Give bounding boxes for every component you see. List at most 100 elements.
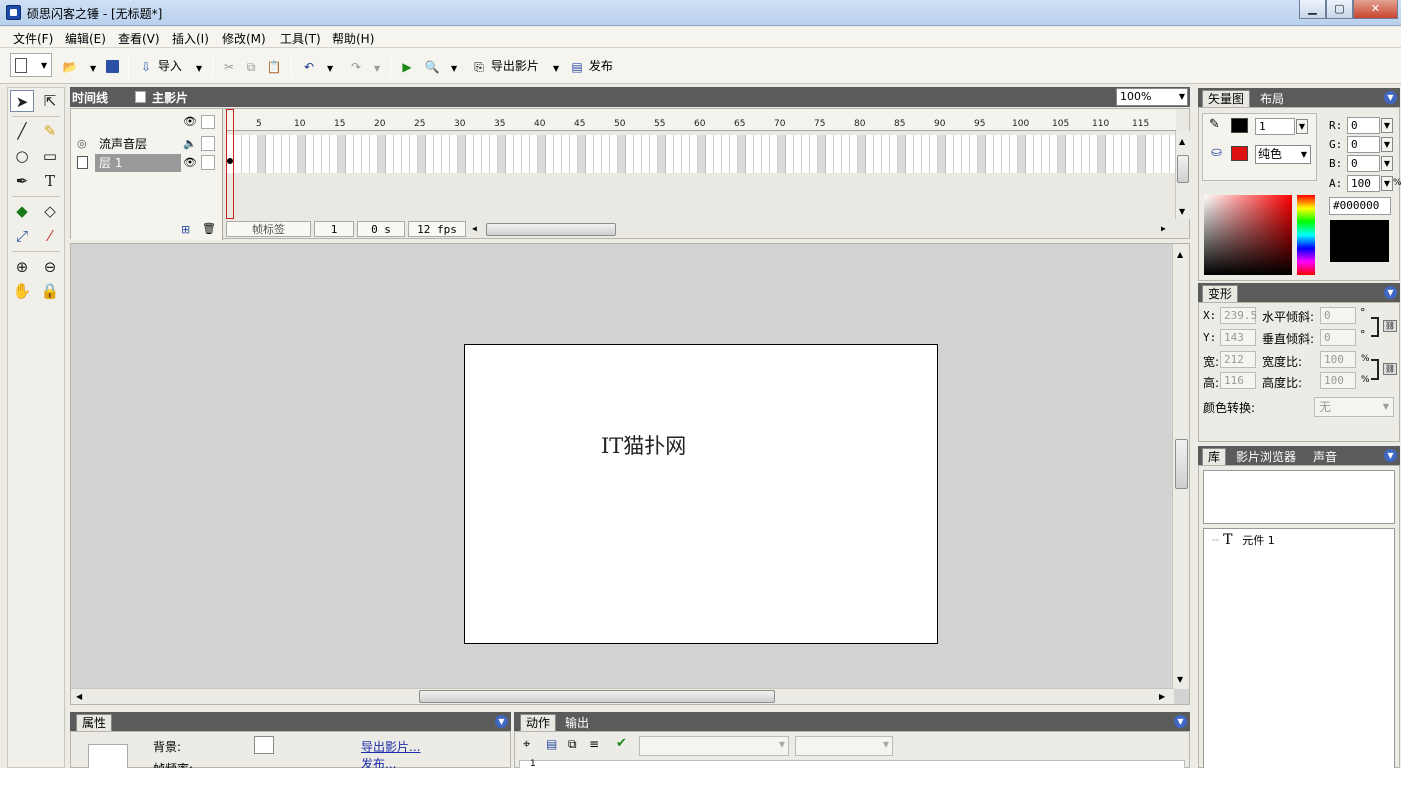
script-editor[interactable]: 1	[519, 759, 1185, 768]
alpha-dropdown[interactable]: ▼	[1381, 176, 1393, 191]
stage-hscroll[interactable]: ◀ ▶	[71, 688, 1174, 704]
line-tool[interactable]: ╱	[10, 120, 34, 142]
stage-vscroll[interactable]: ▲ ▼	[1172, 244, 1189, 689]
scroll-right-icon[interactable]: ▶	[1161, 224, 1166, 233]
collapse-icon[interactable]: ▼	[1384, 449, 1397, 462]
lock-scale-icon[interactable]: ⛓	[1383, 363, 1397, 375]
hue-slider[interactable]	[1297, 195, 1315, 275]
frames-area[interactable]: 5 10 15 20 25 30 35 40 45 50 55 60 65 70…	[226, 109, 1176, 219]
scroll-thumb[interactable]	[1177, 155, 1189, 183]
timeline-hscroll-thumb[interactable]	[486, 223, 616, 236]
paste-button[interactable]: 📋	[266, 57, 282, 75]
pencil-tool[interactable]: ✎	[38, 120, 62, 142]
menu-help[interactable]: 帮助(H)	[332, 30, 374, 47]
preview-dropdown[interactable]: ▼	[451, 60, 457, 78]
export-dropdown[interactable]: ▼	[553, 60, 559, 78]
selection-tool[interactable]: ➤	[10, 90, 34, 112]
g-dropdown[interactable]: ▼	[1381, 137, 1393, 152]
add-layer-icon[interactable]: ⊞	[181, 223, 190, 236]
check-syntax-icon[interactable]: ✔	[616, 736, 627, 751]
hand-tool[interactable]: ✋	[10, 280, 34, 302]
lock-tool[interactable]: 🔒	[38, 280, 62, 302]
add-statement-icon[interactable]: ⌖	[523, 737, 530, 752]
skew-h-input[interactable]: 0	[1320, 307, 1356, 324]
scroll-down-icon[interactable]: ▼	[1177, 675, 1183, 684]
b-dropdown[interactable]: ▼	[1381, 156, 1393, 171]
lock-toggle[interactable]	[201, 136, 215, 151]
menu-modify[interactable]: 修改(M)	[222, 30, 266, 47]
collapse-icon[interactable]: ▼	[1384, 286, 1397, 299]
publish-button[interactable]: ▤ 发布	[569, 57, 613, 75]
zoom-select[interactable]: 100% ▼	[1116, 88, 1188, 106]
minimize-button[interactable]: ▁	[1299, 0, 1326, 19]
collapse-icon[interactable]: ▼	[495, 715, 508, 728]
stroke-width-input[interactable]: 1	[1255, 118, 1295, 135]
scroll-thumb[interactable]	[419, 690, 775, 703]
color-transform-select[interactable]: 无 ▼	[1314, 397, 1394, 417]
stroke-width-dropdown[interactable]: ▼	[1296, 119, 1308, 134]
publish-link[interactable]: 发布...	[361, 755, 396, 768]
paint-bucket-tool[interactable]: ◆	[10, 200, 34, 222]
menu-edit[interactable]: 编辑(E)	[65, 30, 106, 47]
eye-icon[interactable]: 👁	[183, 115, 197, 128]
transform-tool[interactable]: ⤢	[10, 225, 34, 247]
fill-color-swatch[interactable]	[1231, 146, 1248, 161]
open-button[interactable]: 📂	[62, 57, 78, 75]
save-button[interactable]	[106, 57, 119, 75]
cut-button[interactable]: ✂	[221, 57, 237, 75]
eyedropper-tool[interactable]: ⁄	[38, 225, 62, 247]
play-button[interactable]: ▶	[399, 57, 415, 75]
action-option-select[interactable]: ▼	[795, 736, 893, 756]
scroll-left-icon[interactable]: ◀	[76, 692, 82, 701]
maximize-button[interactable]: ▢	[1326, 0, 1353, 19]
layer-row-sound[interactable]: ◎ 流声音层 🔈	[71, 135, 223, 153]
height-input[interactable]: 116	[1220, 372, 1256, 389]
scale-h-input[interactable]: 100	[1320, 372, 1356, 389]
r-dropdown[interactable]: ▼	[1381, 118, 1393, 133]
undo-dropdown[interactable]: ▼	[327, 60, 333, 78]
ellipse-tool[interactable]: ○	[10, 145, 34, 167]
copy-button[interactable]: ⧉	[243, 57, 259, 75]
frame-label-field[interactable]: 帧标签	[226, 221, 311, 237]
r-input[interactable]: 0	[1347, 117, 1380, 134]
b-input[interactable]: 0	[1347, 155, 1380, 172]
menu-view[interactable]: 查看(V)	[118, 30, 160, 47]
lock-toggle[interactable]	[201, 155, 215, 170]
script-icon[interactable]: ▤	[546, 737, 557, 751]
tab-vector[interactable]: 矢量图	[1202, 90, 1251, 107]
hex-input[interactable]: #000000	[1329, 197, 1391, 215]
text-tool[interactable]: T	[38, 170, 62, 192]
import-dropdown[interactable]: ▼	[196, 60, 202, 78]
scroll-left-icon[interactable]: ◀	[472, 224, 477, 233]
scale-w-input[interactable]: 100	[1320, 351, 1356, 368]
timeline-vscroll[interactable]: ▲ ▼	[1175, 131, 1190, 219]
stage-canvas[interactable]: IT猫扑网	[464, 344, 938, 644]
tab-transform[interactable]: 变形	[1202, 285, 1239, 302]
layer-row-1[interactable]: 层 1 👁	[71, 154, 223, 172]
zoom-out-tool[interactable]: ⊖	[38, 256, 62, 278]
subselect-tool[interactable]: ⇱	[38, 90, 62, 112]
collapse-icon[interactable]: ▼	[1174, 715, 1187, 728]
fill-type-select[interactable]: 纯色 ▼	[1255, 145, 1311, 164]
g-input[interactable]: 0	[1347, 136, 1380, 153]
tab-properties[interactable]: 属性	[76, 714, 113, 731]
y-input[interactable]: 143	[1220, 329, 1256, 346]
collapse-icon[interactable]: ▼	[1384, 91, 1397, 104]
preview-button[interactable]: 🔍	[424, 57, 440, 75]
ink-bottle-tool[interactable]: ◇	[38, 200, 62, 222]
import-button[interactable]: ⇩ 导入	[138, 57, 182, 75]
export-movie-button[interactable]: ⎘ 导出影片	[471, 57, 539, 75]
stage-text-object[interactable]: IT猫扑网	[601, 430, 686, 460]
color-picker-field[interactable]	[1204, 195, 1292, 275]
undo-button[interactable]: ↶	[301, 57, 317, 75]
scroll-thumb[interactable]	[1175, 439, 1188, 489]
width-input[interactable]: 212	[1220, 351, 1256, 368]
format-icon[interactable]: ≡	[589, 737, 599, 751]
zoom-in-tool[interactable]: ⊕	[10, 256, 34, 278]
tab-library[interactable]: 库	[1202, 448, 1227, 465]
menu-tools[interactable]: 工具(T)	[280, 30, 321, 47]
playhead-marker[interactable]	[226, 109, 234, 219]
lock-column-icon[interactable]	[201, 115, 215, 129]
scene-name[interactable]: 主影片	[152, 89, 188, 106]
scroll-up-icon[interactable]: ▲	[1179, 137, 1185, 146]
